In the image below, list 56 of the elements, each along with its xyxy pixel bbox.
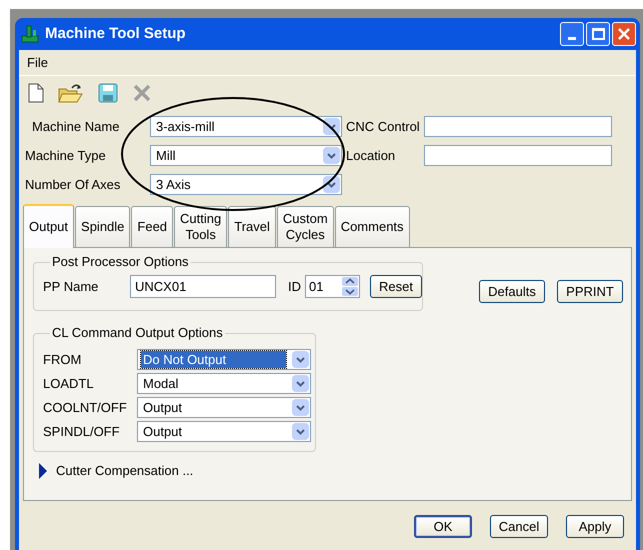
tab[interactable]: Travel — [228, 206, 276, 247]
dialog-button[interactable]: Cancel — [490, 515, 548, 538]
dropdown-value: Do Not Output — [141, 351, 286, 368]
open-folder-icon[interactable] — [58, 83, 84, 103]
field-label: LOADTL — [43, 374, 95, 393]
field-label: COOLNT/OFF — [43, 398, 128, 417]
dropdown-value: Mill — [155, 147, 176, 164]
new-file-icon[interactable] — [28, 83, 44, 103]
tab[interactable]: Comments — [334, 206, 410, 247]
spin-arrows-icon[interactable] — [342, 277, 358, 296]
side-button[interactable]: Defaults — [479, 280, 545, 303]
text-field[interactable] — [424, 116, 612, 137]
reset-button[interactable]: Reset — [370, 275, 422, 298]
dropdown[interactable]: Modal — [137, 373, 311, 394]
spin-field[interactable]: 01 — [305, 275, 360, 298]
text-field[interactable]: UNCX01 — [130, 275, 276, 298]
tab[interactable]: Custom Cycles — [276, 206, 334, 247]
field-label: ID — [288, 278, 301, 296]
minimize-button[interactable] — [560, 22, 584, 46]
dropdown[interactable]: Mill — [150, 145, 342, 166]
group-title: CL Command Output Options — [50, 325, 225, 341]
field-label: SPINDL/OFF — [43, 422, 121, 441]
field-label: PP Name — [43, 278, 100, 296]
field-label: Location — [346, 146, 396, 165]
menu-item[interactable]: File — [27, 52, 48, 72]
dropdown[interactable]: Output — [137, 421, 311, 442]
expand-arrow-icon[interactable] — [38, 462, 48, 479]
side-button[interactable]: PPRINT — [557, 280, 623, 303]
dropdown[interactable]: Do Not Output — [137, 349, 311, 370]
tab[interactable]: Output — [23, 204, 74, 248]
maximize-button[interactable] — [586, 22, 610, 46]
field-label: CNC Control — [346, 118, 421, 136]
dropdown-value: Output — [142, 423, 184, 440]
dropdown[interactable]: 3 Axis — [150, 174, 342, 195]
expander[interactable]: Cutter Compensation ... — [38, 461, 194, 480]
dropdown-value: Output — [142, 399, 184, 416]
dropdown[interactable]: 3-axis-mill — [150, 116, 342, 137]
field-label: Machine Name — [31, 118, 120, 136]
text-field[interactable] — [424, 145, 612, 166]
field-label: Machine Type — [25, 146, 107, 165]
dialog-button[interactable]: OK — [414, 515, 472, 538]
close-icon[interactable] — [617, 27, 631, 41]
tab[interactable]: Spindle — [75, 206, 130, 247]
window-title: Machine Tool Setup — [45, 24, 187, 44]
machine-app-icon — [21, 25, 39, 43]
field-label: Number Of Axes — [25, 176, 122, 194]
dropdown[interactable]: Output — [137, 397, 311, 418]
dropdown-value: Modal — [142, 375, 180, 392]
dropdown-value: 3-axis-mill — [155, 118, 216, 135]
group-title: Post Processor Options — [50, 254, 191, 270]
dialog-button[interactable]: Apply — [566, 515, 624, 538]
tab[interactable]: Cutting Tools — [174, 206, 228, 247]
field-label: FROM — [43, 350, 82, 369]
dropdown-value: 3 Axis — [155, 176, 192, 193]
tab[interactable]: Feed — [131, 206, 174, 247]
close-button[interactable] — [612, 22, 636, 46]
